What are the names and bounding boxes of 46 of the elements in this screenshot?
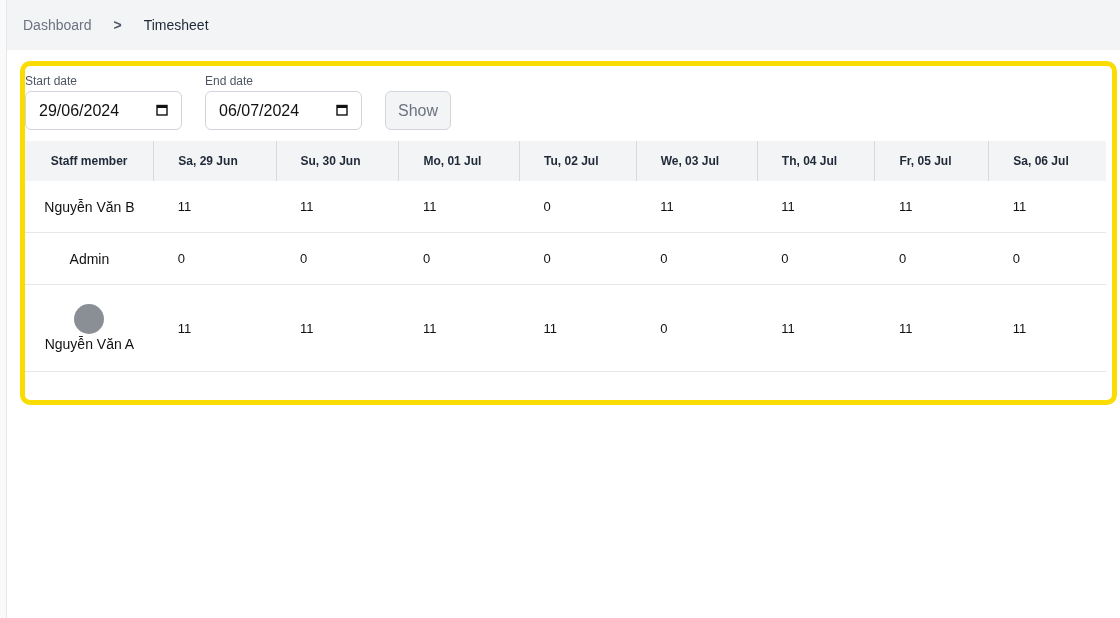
column-header: Tu, 02 Jul — [519, 141, 637, 181]
hours-cell: 11 — [988, 181, 1106, 233]
hours-cell: 11 — [519, 284, 637, 372]
hours-cell: 0 — [757, 232, 875, 285]
hours-cell: 0 — [519, 181, 637, 233]
breadcrumb-separator: > — [113, 17, 122, 33]
hours-cell: 0 — [636, 232, 758, 285]
hours-cell: 11 — [153, 284, 276, 372]
field-label: End date — [205, 74, 255, 88]
hours-cell: 11 — [153, 181, 276, 233]
hours-cell: 0 — [874, 232, 989, 285]
staff-name: Nguyễn Văn A — [44, 336, 135, 352]
hours-cell: 11 — [757, 284, 875, 372]
calendar-icon[interactable] — [336, 104, 348, 116]
hours-cell: 0 — [519, 232, 637, 285]
hours-cell: 11 — [874, 284, 989, 372]
hours-cell: 11 — [636, 181, 758, 233]
column-header: Staff member — [25, 141, 154, 181]
field-label: Start date — [25, 74, 79, 88]
hours-cell: 0 — [276, 232, 399, 285]
hours-cell: 0 — [153, 232, 276, 285]
hours-cell: 0 — [988, 232, 1106, 285]
hours-cell: 11 — [988, 284, 1106, 372]
column-header: Fr, 05 Jul — [874, 141, 989, 181]
column-header: We, 03 Jul — [636, 141, 758, 181]
hours-cell: 11 — [398, 181, 520, 233]
column-header: Sa, 29 Jun — [153, 141, 276, 181]
hours-cell: 11 — [757, 181, 875, 233]
column-header: Su, 30 Jun — [276, 141, 399, 181]
date-field[interactable]: 29/06/2024 — [25, 91, 182, 130]
staff-name: Admin — [69, 250, 110, 267]
column-header: Sa, 06 Jul — [988, 141, 1106, 181]
column-header: Th, 04 Jul — [757, 141, 875, 181]
hours-cell: 11 — [398, 284, 520, 372]
column-header: Mo, 01 Jul — [398, 141, 520, 181]
hours-cell: 11 — [874, 181, 989, 233]
date-field[interactable]: 06/07/2024 — [205, 91, 362, 130]
breadcrumb-link[interactable]: Dashboard — [23, 17, 92, 33]
hours-cell: 0 — [636, 284, 758, 372]
breadcrumb-link[interactable]: Timesheet — [143, 17, 209, 33]
hours-cell: 0 — [398, 232, 520, 285]
staff-name: Nguyễn Văn B — [44, 198, 135, 215]
calendar-icon[interactable] — [156, 104, 168, 116]
hours-cell: 11 — [276, 181, 399, 233]
show-button[interactable]: Show — [385, 91, 452, 130]
hours-cell: 11 — [276, 284, 399, 372]
